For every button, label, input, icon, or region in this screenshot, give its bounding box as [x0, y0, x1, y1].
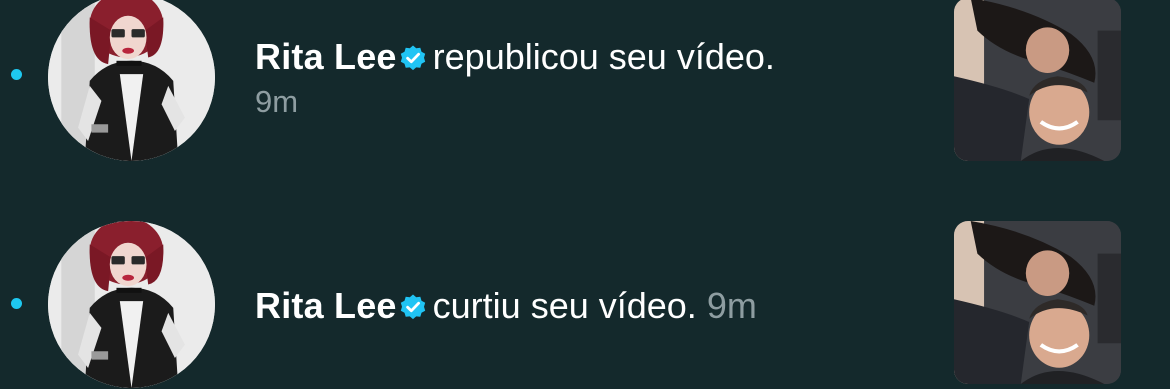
unread-dot	[11, 69, 22, 80]
verified-check-icon	[399, 44, 427, 72]
user-name[interactable]: Rita Lee	[255, 285, 397, 326]
timestamp: 9m	[706, 285, 757, 326]
notification-text: Rita Lee curtiu seu vídeo. 9m	[255, 285, 757, 327]
notification-list: Rita Lee republicou seu vídeo. 9m Rita L…	[0, 0, 1170, 389]
timestamp: 9m	[255, 84, 299, 119]
notification-item-like[interactable]: Rita Lee curtiu seu vídeo. 9m	[0, 205, 1170, 389]
notification-item-repost[interactable]: Rita Lee republicou seu vídeo. 9m	[0, 0, 1170, 185]
action-text: republicou seu vídeo.	[432, 36, 775, 77]
video-thumbnail[interactable]	[954, 0, 1121, 161]
notification-text: Rita Lee republicou seu vídeo.	[255, 36, 775, 78]
user-name[interactable]: Rita Lee	[255, 36, 397, 77]
verified-check-icon	[399, 293, 427, 321]
unread-dot	[11, 298, 22, 309]
action-text: curtiu seu vídeo.	[432, 285, 697, 326]
avatar[interactable]	[48, 221, 215, 388]
avatar[interactable]	[48, 0, 215, 161]
video-thumbnail[interactable]	[954, 221, 1121, 384]
